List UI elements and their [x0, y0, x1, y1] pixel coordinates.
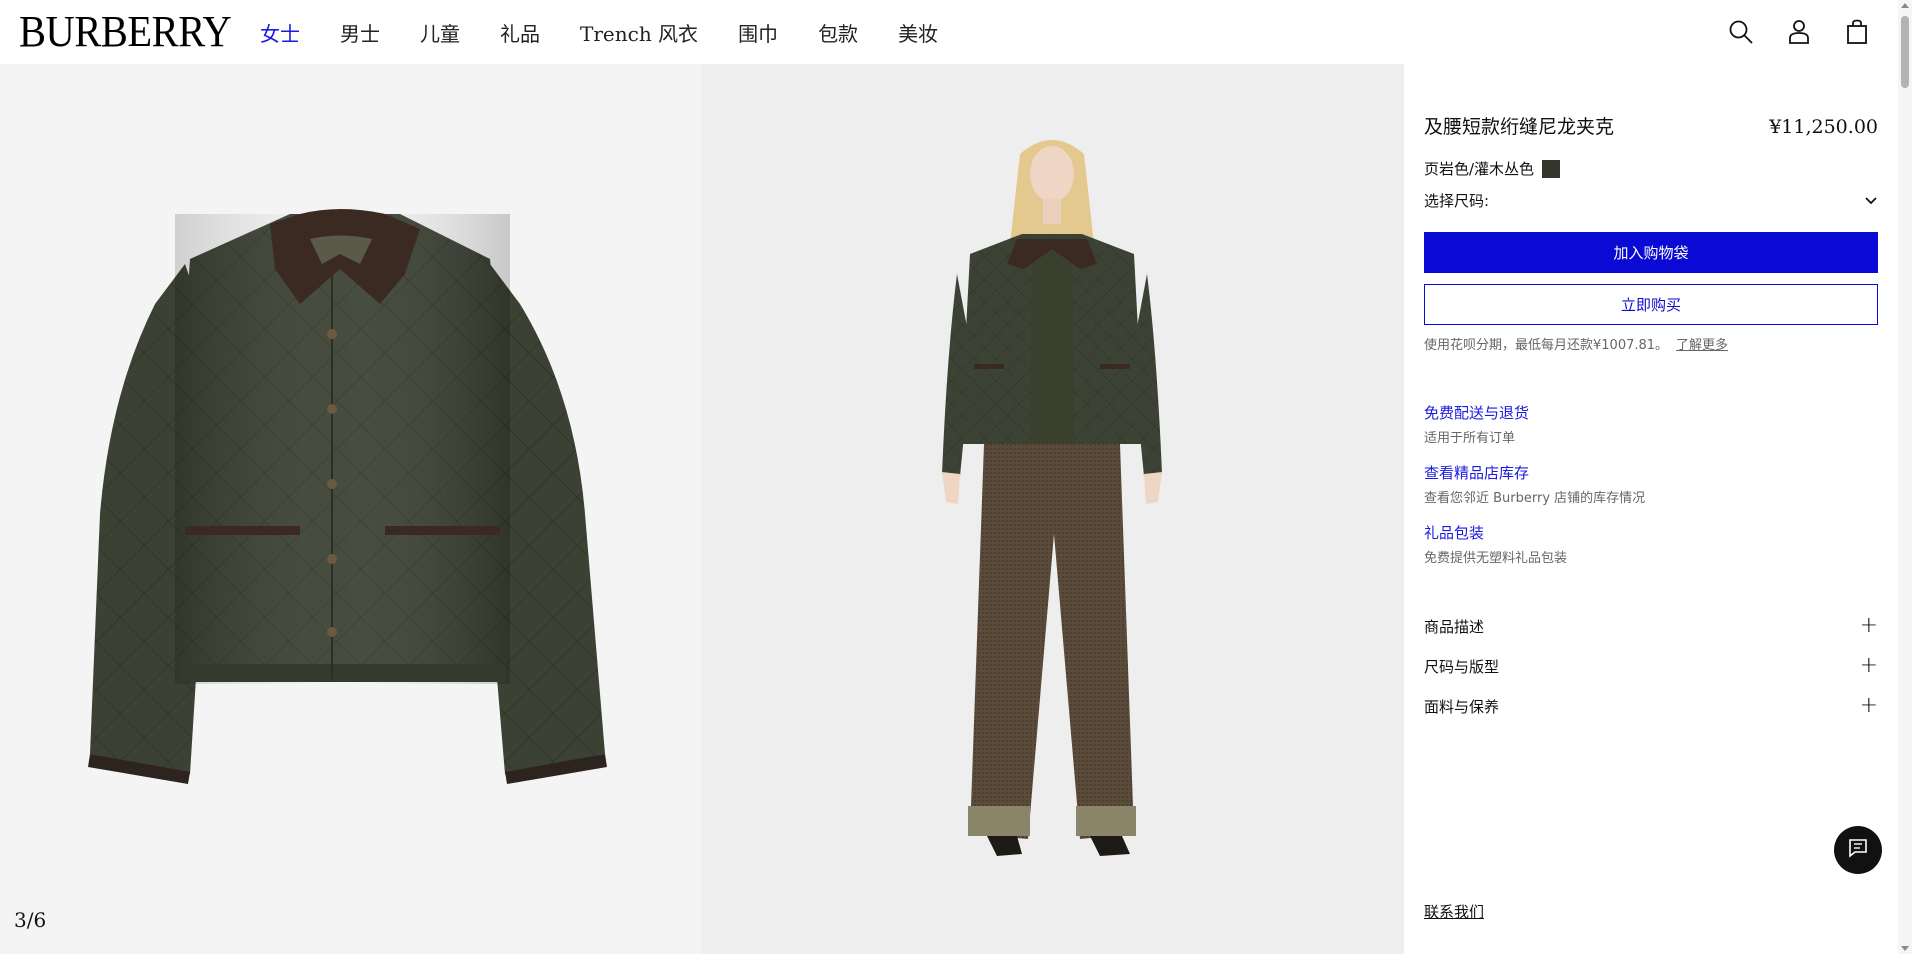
- bag-icon[interactable]: [1843, 18, 1871, 46]
- installment-text: 使用花呗分期，最低每月还款¥1007.81。: [1424, 338, 1669, 353]
- size-label: 选择尺码:: [1424, 192, 1490, 210]
- service-title[interactable]: 查看精品店库存: [1424, 462, 1645, 483]
- accordion-label: 尺码与版型: [1424, 657, 1500, 676]
- nav-item-men[interactable]: 男士: [340, 18, 380, 47]
- installment-info: 使用花呗分期，最低每月还款¥1007.81。 了解更多: [1424, 334, 1728, 353]
- nav-item-bags[interactable]: 包款: [818, 18, 858, 47]
- color-selector: 页岩色/灌木丛色: [1424, 158, 1561, 179]
- model-illustration: [942, 140, 1162, 856]
- chat-icon: [1848, 838, 1868, 862]
- accordion-material-care[interactable]: 面料与保养 +: [1424, 695, 1878, 717]
- color-swatch[interactable]: [1542, 159, 1561, 178]
- service-subtitle: 免费提供无塑料礼品包装: [1424, 551, 1568, 566]
- accordion-description[interactable]: 商品描述 +: [1424, 615, 1878, 637]
- accordion-size-fit[interactable]: 尺码与版型 +: [1424, 655, 1878, 677]
- chat-button[interactable]: [1834, 826, 1882, 874]
- search-icon[interactable]: [1727, 18, 1755, 46]
- gallery-counter: 3/6: [14, 908, 47, 932]
- buy-now-button[interactable]: 立即购买: [1424, 284, 1878, 325]
- plus-icon: +: [1859, 693, 1878, 718]
- accordion-label: 面料与保养: [1424, 697, 1500, 716]
- size-selector[interactable]: 选择尺码:: [1424, 190, 1878, 211]
- add-to-bag-button[interactable]: 加入购物袋: [1424, 232, 1878, 273]
- product-info-panel: 及腰短款绗缝尼龙夹克 ¥11,250.00 页岩色/灌木丛色 选择尺码: 加入购…: [1404, 64, 1898, 954]
- service-title[interactable]: 礼品包装: [1424, 522, 1567, 543]
- nav-item-trench[interactable]: Trench 风衣: [580, 18, 698, 47]
- nav-item-scarves[interactable]: 围巾: [738, 18, 778, 47]
- nav-item-children[interactable]: 儿童: [420, 18, 460, 47]
- product-image-model[interactable]: [702, 64, 1404, 954]
- page-scrollbar[interactable]: [1898, 0, 1912, 954]
- nav-item-gifts[interactable]: 礼品: [500, 18, 540, 47]
- service-store-stock: 查看精品店库存 查看您邻近 Burberry 店铺的库存情况: [1424, 462, 1645, 506]
- scroll-up-arrow-icon[interactable]: [1901, 3, 1909, 8]
- service-subtitle: 适用于所有订单: [1424, 431, 1516, 446]
- product-title: 及腰短款绗缝尼龙夹克: [1424, 116, 1615, 138]
- nav-item-women[interactable]: 女士: [260, 18, 300, 47]
- service-gift-wrap: 礼品包装 免费提供无塑料礼品包装: [1424, 522, 1567, 566]
- jacket-illustration: [88, 209, 607, 784]
- brand-logo[interactable]: BURBERRY: [19, 10, 232, 54]
- main-nav: 女士 男士 儿童 礼品 Trench 风衣 围巾 包款 美妆: [260, 0, 978, 64]
- service-free-delivery: 免费配送与退货 适用于所有订单: [1424, 402, 1529, 446]
- learn-more-link[interactable]: 了解更多: [1676, 338, 1728, 353]
- header-actions: [1727, 0, 1871, 64]
- service-subtitle: 查看您邻近 Burberry 店铺的库存情况: [1424, 491, 1646, 506]
- plus-icon: +: [1859, 613, 1878, 638]
- chevron-down-icon: [1864, 192, 1878, 210]
- plus-icon: +: [1859, 653, 1878, 678]
- scroll-thumb[interactable]: [1901, 16, 1909, 88]
- product-image-jacket[interactable]: 3/6: [0, 64, 702, 954]
- site-header: BURBERRY 女士 男士 儿童 礼品 Trench 风衣 围巾 包款 美妆: [0, 0, 1898, 64]
- service-title[interactable]: 免费配送与退货: [1424, 402, 1529, 423]
- product-title-row: 及腰短款绗缝尼龙夹克 ¥11,250.00: [1424, 112, 1878, 139]
- product-price: ¥11,250.00: [1769, 116, 1878, 138]
- accordion-label: 商品描述: [1424, 617, 1485, 636]
- color-label: 页岩色/灌木丛色: [1424, 160, 1535, 178]
- nav-item-beauty[interactable]: 美妆: [898, 18, 938, 47]
- account-icon[interactable]: [1785, 18, 1813, 46]
- contact-us-link[interactable]: 联系我们: [1424, 901, 1484, 922]
- scroll-down-arrow-icon[interactable]: [1901, 946, 1909, 951]
